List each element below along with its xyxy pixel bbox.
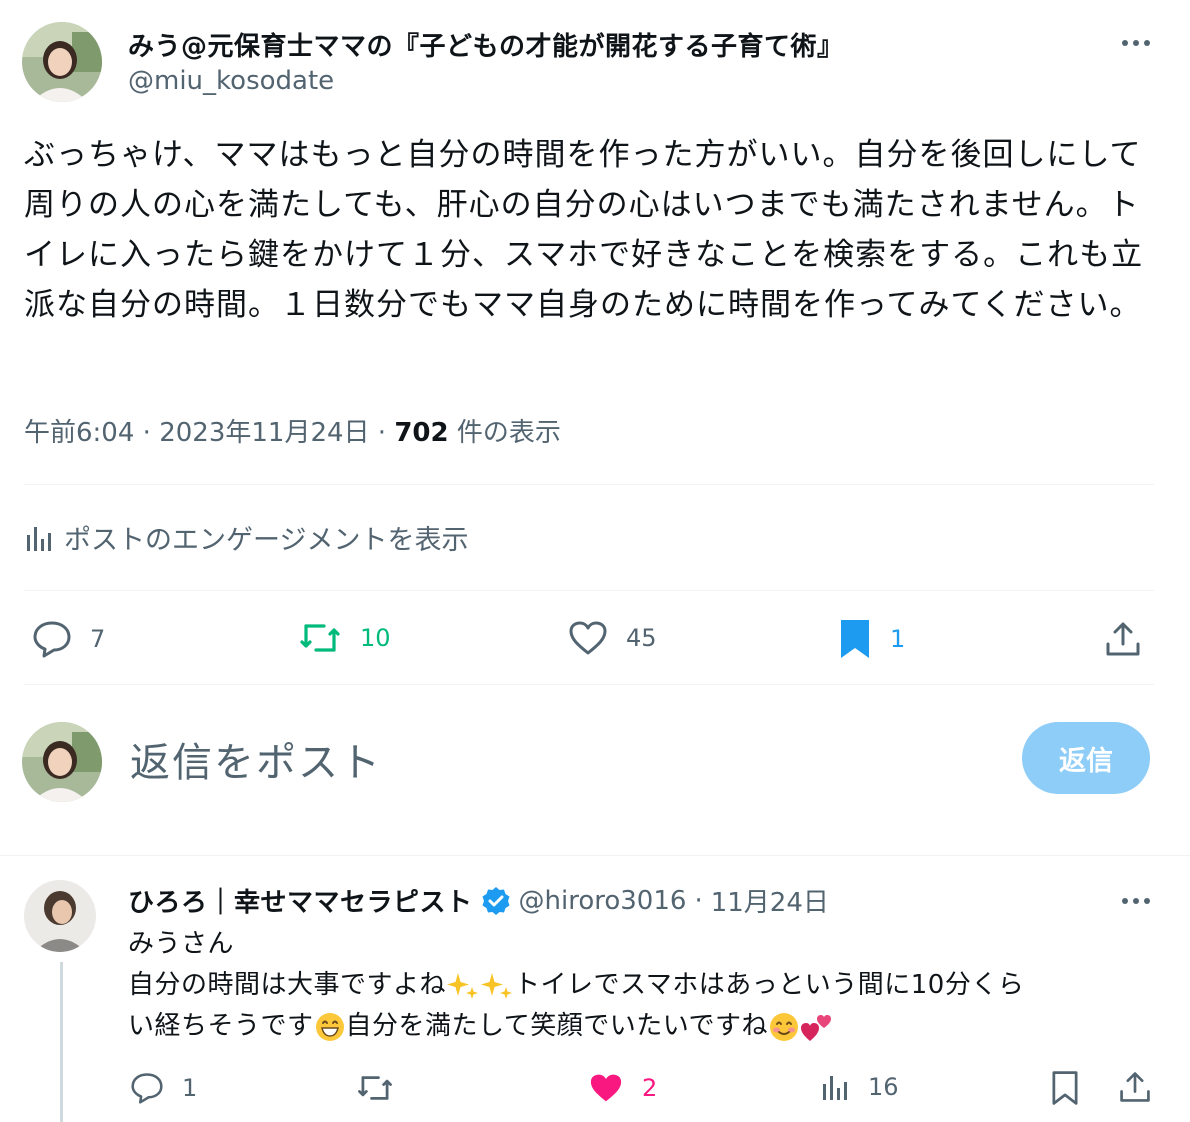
smile-emoji: [769, 1012, 798, 1041]
reply-share-action[interactable]: [1118, 1070, 1152, 1104]
reply-like-count: 2: [642, 1074, 658, 1102]
reply-reply-count: 1: [182, 1074, 198, 1102]
divider: [24, 590, 1154, 591]
share-action[interactable]: [1104, 620, 1142, 658]
reply-submit-button[interactable]: 返信: [1022, 722, 1150, 794]
reply-input[interactable]: 返信をポスト: [130, 730, 382, 788]
hearts-emoji: [800, 1014, 831, 1041]
like-count: 45: [626, 624, 657, 652]
verified-icon: [482, 886, 510, 915]
reply-count: 7: [90, 625, 106, 653]
reply-date[interactable]: 11月24日: [711, 882, 829, 919]
comment-icon: [131, 1073, 163, 1104]
views-label: 件の表示: [456, 418, 561, 448]
reply-repost-action[interactable]: [356, 1072, 394, 1104]
like-action[interactable]: 45: [568, 620, 657, 656]
grin-emoji: [315, 1012, 344, 1041]
composer-avatar[interactable]: [22, 722, 102, 802]
share-icon: [1120, 1072, 1150, 1102]
post-time[interactable]: 午前6:04: [24, 418, 134, 448]
repost-count: 10: [360, 624, 391, 652]
reply-text-segment: トイレでスマホはあっという間に10分くら: [514, 970, 1025, 1000]
view-engagements-link[interactable]: ポストのエンゲージメントを表示: [24, 518, 468, 557]
reply-like-action[interactable]: 2: [588, 1072, 657, 1104]
post-metadata: 午前6:04 · 2023年11月24日 · 702 件の表示: [24, 418, 561, 448]
sparkles-emoji: [481, 972, 513, 999]
reply-author-name[interactable]: ひろろ｜幸せママセラピスト: [128, 882, 473, 919]
post-text: ぶっちゃけ、ママはもっと自分の時間を作った方がいい。自分を後回しにして周りの人の…: [24, 137, 1144, 323]
author-handle[interactable]: @miu_kosodate: [128, 66, 334, 96]
author-avatar[interactable]: [22, 22, 102, 102]
reply-view-count: 16: [868, 1073, 899, 1101]
chart-icon: [27, 526, 51, 551]
bookmark-icon: [841, 620, 869, 658]
reply-reply-action[interactable]: 1: [130, 1072, 197, 1104]
divider: [24, 684, 1154, 685]
author-name[interactable]: みう@元保育士ママの『子どもの才能が開花する子育て術』: [128, 26, 844, 63]
repost-icon: [300, 624, 340, 652]
reply-text-segment: い経ちそうです: [128, 1011, 314, 1041]
share-icon: [1106, 622, 1140, 656]
post-date[interactable]: 2023年11月24日: [159, 418, 369, 448]
heart-icon: [569, 621, 607, 655]
more-options-button[interactable]: [1116, 28, 1156, 58]
reply-line: みうさん: [128, 929, 235, 959]
bookmark-icon: [1052, 1071, 1078, 1105]
bookmark-count: 1: [890, 625, 906, 653]
reply-views-action[interactable]: 16: [820, 1072, 899, 1102]
reply-line: 自分の時間は大事ですよね トイレでスマホはあっという間に10分くら: [128, 965, 1148, 1006]
reply-action[interactable]: 7: [32, 620, 105, 658]
reply-line: い経ちそうです 自分を満たして笑顔でいたいですね: [128, 1006, 1148, 1047]
reply-text: みうさん 自分の時間は大事ですよね トイレでスマホはあっという間に10分くら い…: [128, 924, 1148, 1047]
bookmark-action[interactable]: 1: [838, 618, 905, 660]
more-icon: [1122, 40, 1150, 46]
comment-icon: [33, 621, 71, 658]
reply-header: ひろろ｜幸せママセラピスト @hiroro3016 · 11月24日: [128, 882, 829, 919]
separator-dot: ·: [694, 885, 703, 916]
engagement-label: ポストのエンゲージメントを表示: [64, 525, 469, 556]
sparkles-emoji: [447, 972, 479, 999]
reply-more-options-button[interactable]: [1116, 886, 1156, 916]
chart-icon: [823, 1076, 847, 1100]
divider: [24, 484, 1154, 485]
views-count: 702: [394, 418, 449, 448]
reply-text-segment: 自分の時間は大事ですよね: [128, 970, 447, 1000]
repost-icon: [358, 1076, 392, 1100]
repost-action[interactable]: 10: [298, 620, 391, 656]
reply-author-handle[interactable]: @hiroro3016: [519, 886, 687, 916]
reply-bookmark-action[interactable]: [1050, 1070, 1080, 1106]
heart-icon: [590, 1074, 622, 1102]
more-icon: [1122, 898, 1150, 904]
thread-line: [60, 962, 63, 1122]
reply-text-segment: 自分を満たして笑顔でいたいですね: [345, 1011, 768, 1041]
reply-author-avatar[interactable]: [24, 880, 96, 952]
divider: [0, 855, 1190, 856]
